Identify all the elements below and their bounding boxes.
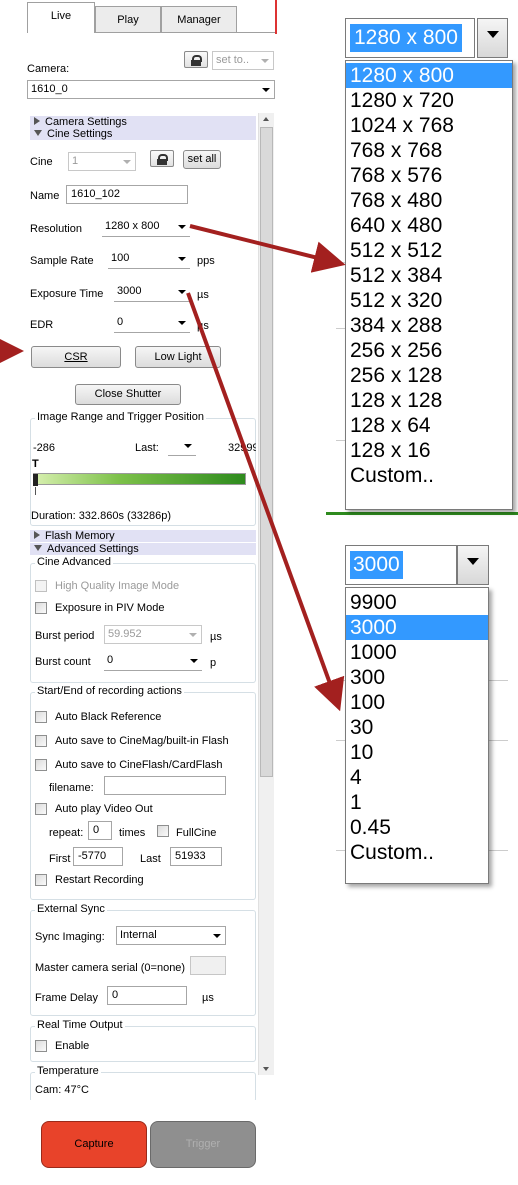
annotation-arrows <box>0 224 346 712</box>
tab-live-label: Live <box>50 10 72 22</box>
tab-live[interactable]: Live <box>27 2 95 33</box>
exposure-callout-arrow <box>186 292 345 712</box>
resolution-callout-arrow <box>189 224 346 273</box>
